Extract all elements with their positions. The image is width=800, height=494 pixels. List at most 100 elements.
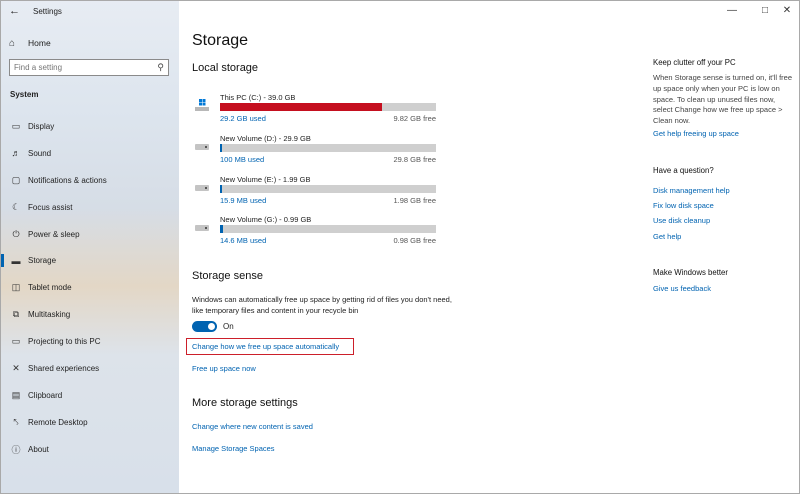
drive-icon [195, 144, 209, 150]
sidebar-item-label: Shared experiences [28, 363, 100, 373]
sidebar-item-notifications[interactable]: ▢ Notifications & actions [1, 167, 179, 194]
multitasking-icon: ⧉ [12, 309, 20, 320]
usage-bar-fill [220, 185, 222, 193]
sidebar-item-multitasking[interactable]: ⧉ Multitasking [1, 301, 179, 328]
sidebar-item-clipboard[interactable]: ▤ Clipboard [1, 382, 179, 409]
sidebar-item-storage[interactable]: ▬ Storage [1, 247, 179, 274]
nav-home-label: Home [28, 38, 51, 48]
more-settings-heading: More storage settings [192, 397, 298, 409]
drive-free: 0.98 GB free [393, 236, 436, 245]
sidebar-item-label: Projecting to this PC [28, 337, 101, 347]
drive-name: New Volume (G:) - 0.99 GB [220, 215, 312, 224]
usage-bar [220, 225, 436, 233]
projecting-icon: ▭ [11, 336, 21, 347]
back-arrow-icon[interactable]: ← [9, 5, 20, 17]
clipboard-icon: ▤ [11, 389, 21, 400]
toggle-knob [208, 323, 215, 330]
sidebar-item-tablet-mode[interactable]: ◫ Tablet mode [1, 274, 179, 301]
display-icon: ▭ [11, 120, 21, 131]
sidebar-item-label: Multitasking [28, 310, 71, 320]
sidebar-item-display[interactable]: ▭ Display [1, 113, 179, 140]
sidebar-item-label: Focus assist [28, 202, 73, 212]
sidebar-item-label: Notifications & actions [28, 175, 107, 185]
better-title: Make Windows better [653, 268, 728, 277]
storage-sense-heading: Storage sense [192, 270, 263, 282]
search-icon[interactable]: ⚲ [157, 62, 164, 73]
section-label-system: System [10, 90, 39, 99]
disk-management-help-link[interactable]: Disk management help [653, 186, 730, 195]
feedback-link[interactable]: Give us feedback [653, 284, 711, 293]
drive-used[interactable]: 15.9 MB used [220, 196, 266, 205]
nav-list: ▭ Display ♬ Sound ▢ Notifications & actions… [1, 113, 179, 463]
settings-window: ← Settings ⌂ Home ⚲ System ▭ Display ♬ Sou… [0, 0, 800, 494]
change-free-up-link[interactable]: Change how we free up space automaticall… [192, 342, 339, 351]
drive-free: 1.98 GB free [393, 196, 436, 205]
fix-low-disk-link[interactable]: Fix low disk space [653, 201, 714, 210]
sidebar-item-label: Power & sleep [28, 229, 80, 239]
tablet-icon: ◫ [11, 282, 21, 293]
usage-bar [220, 185, 436, 193]
usage-bar-fill [220, 103, 382, 111]
drive-icon [195, 185, 209, 191]
clutter-text: When Storage sense is turned on, it'll f… [653, 73, 793, 126]
drive-g[interactable]: New Volume (G:) - 0.99 GB 14.6 MB used 0… [195, 215, 440, 251]
sidebar-item-sound[interactable]: ♬ Sound [1, 140, 179, 167]
toggle-label: On [223, 322, 234, 331]
change-save-location-link[interactable]: Change where new content is saved [192, 422, 313, 431]
sound-icon: ♬ [11, 148, 21, 159]
notifications-icon: ▢ [11, 174, 21, 185]
remote-desktop-icon: ⤣ [13, 416, 19, 427]
usage-bar-fill [220, 144, 222, 152]
sidebar-item-label: Storage [28, 256, 57, 266]
search-box[interactable]: ⚲ [9, 59, 169, 76]
sidebar-item-label: Remote Desktop [28, 417, 88, 427]
usage-bar [220, 144, 436, 152]
drive-c[interactable]: This PC (C:) - 39.0 GB 29.2 GB used 9.82… [195, 93, 440, 129]
get-help-link[interactable]: Get help [653, 232, 681, 241]
about-icon: ⓘ [11, 444, 21, 455]
drive-free: 29.8 GB free [393, 155, 436, 164]
drive-used[interactable]: 29.2 GB used [220, 114, 266, 123]
search-input[interactable] [10, 60, 149, 75]
page-title: Storage [192, 32, 249, 49]
storage-sense-toggle[interactable] [192, 321, 217, 332]
main-content: Storage Local storage This PC (C:) - 39.… [179, 1, 799, 493]
sidebar-item-about[interactable]: ⓘ About [1, 436, 179, 463]
clutter-title: Keep clutter off your PC [653, 58, 736, 67]
drive-e[interactable]: New Volume (E:) - 1.99 GB 15.9 MB used 1… [195, 175, 440, 211]
free-up-space-now-link[interactable]: Free up space now [192, 364, 256, 373]
drive-free: 9.82 GB free [393, 114, 436, 123]
drive-icon [195, 225, 209, 231]
shared-icon: ✕ [12, 362, 20, 373]
power-icon: ⏻ [12, 228, 20, 239]
sidebar-item-label: Display [28, 121, 55, 131]
manage-storage-spaces-link[interactable]: Manage Storage Spaces [192, 444, 275, 453]
storage-sense-description: Windows can automatically free up space … [192, 295, 452, 315]
question-title: Have a question? [653, 166, 714, 175]
nav-home[interactable]: ⌂ Home [9, 36, 51, 50]
drive-name: New Volume (D:) - 29.9 GB [220, 134, 311, 143]
sidebar-item-focus-assist[interactable]: ☾ Focus assist [1, 194, 179, 221]
storage-icon: ▬ [11, 255, 21, 266]
sidebar-item-power-sleep[interactable]: ⏻ Power & sleep [1, 221, 179, 248]
sidebar-item-label: About [28, 444, 49, 454]
sidebar-item-remote-desktop[interactable]: ⤣ Remote Desktop [1, 409, 179, 436]
sidebar-item-projecting[interactable]: ▭ Projecting to this PC [1, 328, 179, 355]
app-title: Settings [33, 7, 62, 16]
sidebar-item-label: Sound [28, 148, 52, 158]
sidebar-item-shared-experiences[interactable]: ✕ Shared experiences [1, 355, 179, 382]
focus-assist-icon: ☾ [11, 201, 21, 212]
sidebar: ← Settings ⌂ Home ⚲ System ▭ Display ♬ Sou… [1, 1, 179, 493]
disk-cleanup-link[interactable]: Use disk cleanup [653, 216, 710, 225]
sidebar-item-label: Tablet mode [28, 283, 72, 293]
drive-used[interactable]: 100 MB used [220, 155, 264, 164]
local-storage-heading: Local storage [192, 62, 259, 74]
drive-used[interactable]: 14.6 MB used [220, 236, 266, 245]
drive-name: This PC (C:) - 39.0 GB [220, 93, 296, 102]
home-icon: ⌂ [9, 37, 16, 49]
windows-drive-icon [195, 99, 209, 111]
usage-bar-fill [220, 225, 224, 233]
drive-name: New Volume (E:) - 1.99 GB [220, 175, 311, 184]
help-freeing-link[interactable]: Get help freeing up space [653, 129, 739, 138]
drive-d[interactable]: New Volume (D:) - 29.9 GB 100 MB used 29… [195, 134, 440, 170]
